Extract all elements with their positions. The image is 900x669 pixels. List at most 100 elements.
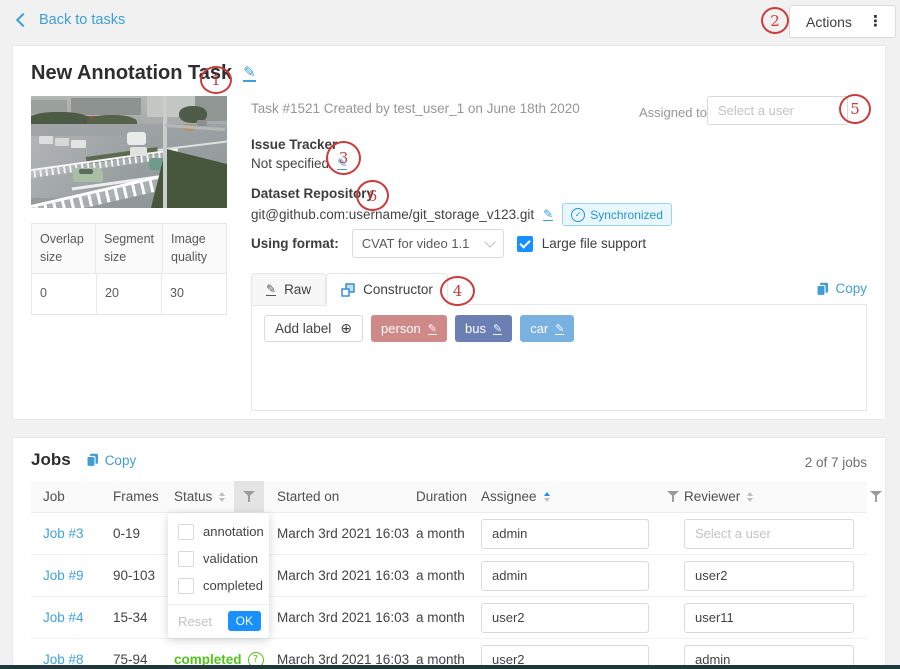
reviewer-filter-button[interactable] xyxy=(861,481,891,512)
column-status[interactable]: Status xyxy=(174,481,225,512)
job-row: Job #4 15-34 March 3rd 2021 16:03 a mont… xyxy=(31,597,867,639)
params-header-row: Overlap size Segment size Image quality xyxy=(32,224,226,274)
label-tag-person-name: person xyxy=(381,321,421,336)
repository-url[interactable]: git@github.com:username/git_storage_v123… xyxy=(251,207,534,222)
edit-label-icon[interactable]: ✎ xyxy=(428,323,437,335)
jobs-title: Jobs xyxy=(31,450,71,470)
jobs-table-header: Job Frames Status Started on Duration As… xyxy=(31,481,867,513)
column-duration: Duration xyxy=(416,481,467,512)
tab-raw-label: Raw xyxy=(284,282,311,297)
sort-down-icon xyxy=(219,498,225,502)
filter-option-validation-label: validation xyxy=(203,551,258,566)
preview-car-window xyxy=(79,169,93,174)
large-file-checkbox[interactable] xyxy=(517,236,533,252)
label-tag-person[interactable]: person ✎ xyxy=(371,315,447,342)
job-assignee-cell xyxy=(481,555,649,596)
tab-raw[interactable]: ✎ Raw xyxy=(251,273,326,306)
checkbox[interactable] xyxy=(178,551,194,567)
checkbox[interactable] xyxy=(178,578,194,594)
filter-reset-button[interactable]: Reset xyxy=(178,614,212,629)
plus-circle-icon: ⊕ xyxy=(340,322,352,336)
edit-label-icon[interactable]: ✎ xyxy=(493,323,502,335)
task-params-table: Overlap size Segment size Image quality … xyxy=(31,223,227,315)
task-details-card: New Annotation Task ✎ xyxy=(12,45,886,420)
column-assignee-label: Assignee xyxy=(481,489,537,504)
sort-carets-icon[interactable] xyxy=(544,492,550,502)
sort-up-icon xyxy=(219,492,225,496)
preview-pole xyxy=(163,96,167,208)
job-row: Job #9 90-103 March 3rd 2021 16:03 a mon… xyxy=(31,555,867,597)
reviewer-input[interactable] xyxy=(684,603,854,633)
job-link[interactable]: Job #9 xyxy=(43,555,84,596)
filter-ok-button[interactable]: OK xyxy=(228,611,261,631)
column-status-label: Status xyxy=(174,489,212,504)
annotation-circle-3: 3 xyxy=(326,141,361,175)
sort-carets-icon[interactable] xyxy=(747,492,753,502)
status-filter-button[interactable] xyxy=(234,481,264,512)
assignee-input[interactable] xyxy=(481,603,649,633)
copy-icon xyxy=(816,282,829,296)
format-select[interactable]: CVAT for video 1.1 xyxy=(352,229,504,258)
block-icon xyxy=(341,283,355,297)
column-reviewer-label: Reviewer xyxy=(684,489,740,504)
assignee-input[interactable] xyxy=(481,561,649,591)
reviewer-input[interactable] xyxy=(684,561,854,591)
assigned-to-input[interactable] xyxy=(707,96,848,125)
annotation-circle-6: 6 xyxy=(356,180,389,211)
job-reviewer-cell xyxy=(684,555,854,596)
job-frames: 90-103 xyxy=(113,555,155,596)
params-header-overlap: Overlap size xyxy=(32,224,96,273)
large-file-label: Large file support xyxy=(542,236,646,251)
tab-constructor[interactable]: Constructor xyxy=(326,273,448,306)
preview-building xyxy=(71,98,141,115)
filter-option-annotation-label: annotation xyxy=(203,524,264,539)
params-value-overlap: 0 xyxy=(32,274,97,314)
filter-option-annotation[interactable]: annotation xyxy=(168,518,269,545)
assignee-input[interactable] xyxy=(481,519,649,549)
filter-option-completed[interactable]: completed xyxy=(168,572,269,599)
back-to-tasks-link[interactable]: Back to tasks xyxy=(18,12,125,28)
using-format-label: Using format: xyxy=(251,236,339,251)
sort-carets-icon[interactable] xyxy=(219,492,225,502)
params-value-quality: 30 xyxy=(162,274,226,314)
column-job: Job xyxy=(43,481,65,512)
actions-button[interactable]: Actions ⋮ xyxy=(789,5,896,38)
label-tag-car-name: car xyxy=(530,321,548,336)
filter-option-validation[interactable]: validation xyxy=(168,545,269,572)
edit-repository-icon[interactable]: ✎ xyxy=(543,208,553,221)
jobs-table: Job Frames Status Started on Duration As… xyxy=(31,481,867,669)
job-link[interactable]: Job #3 xyxy=(43,513,84,554)
job-link[interactable]: Job #4 xyxy=(43,597,84,638)
actions-label: Actions xyxy=(806,14,852,30)
filter-option-completed-label: completed xyxy=(203,578,263,593)
add-label-button[interactable]: Add label ⊕ xyxy=(264,315,363,342)
reviewer-input[interactable] xyxy=(684,519,854,549)
large-file-checkbox-row[interactable]: Large file support xyxy=(517,236,646,252)
filter-footer: Reset OK xyxy=(168,604,269,638)
params-value-row: 0 20 30 xyxy=(32,274,226,314)
jobs-header: Jobs Copy xyxy=(31,450,136,470)
labels-copy-link[interactable]: Copy xyxy=(816,281,867,296)
column-reviewer[interactable]: Reviewer xyxy=(684,481,753,512)
sync-status-label: Synchronized xyxy=(590,208,663,222)
preview-car xyxy=(39,136,53,144)
params-header-segment: Segment size xyxy=(96,224,163,273)
edit-title-icon[interactable]: ✎ xyxy=(243,65,256,82)
edit-label-icon[interactable]: ✎ xyxy=(555,323,564,335)
sort-up-icon xyxy=(544,492,550,496)
column-assignee[interactable]: Assignee xyxy=(481,481,550,512)
job-duration: a month xyxy=(416,555,465,596)
checkbox[interactable] xyxy=(178,524,194,540)
sync-status-badge[interactable]: ✓ Synchronized xyxy=(562,203,672,226)
job-reviewer-cell xyxy=(684,513,854,554)
job-reviewer-cell xyxy=(684,597,854,638)
copy-icon xyxy=(86,453,99,467)
annotation-circle-2: 2 xyxy=(761,7,789,34)
sort-down-icon xyxy=(747,498,753,502)
jobs-copy-link[interactable]: Copy xyxy=(86,453,137,468)
column-started: Started on xyxy=(277,481,339,512)
label-tag-car[interactable]: car ✎ xyxy=(520,315,574,342)
job-duration: a month xyxy=(416,597,465,638)
label-tag-bus[interactable]: bus ✎ xyxy=(455,315,512,342)
sort-down-icon xyxy=(544,498,550,502)
